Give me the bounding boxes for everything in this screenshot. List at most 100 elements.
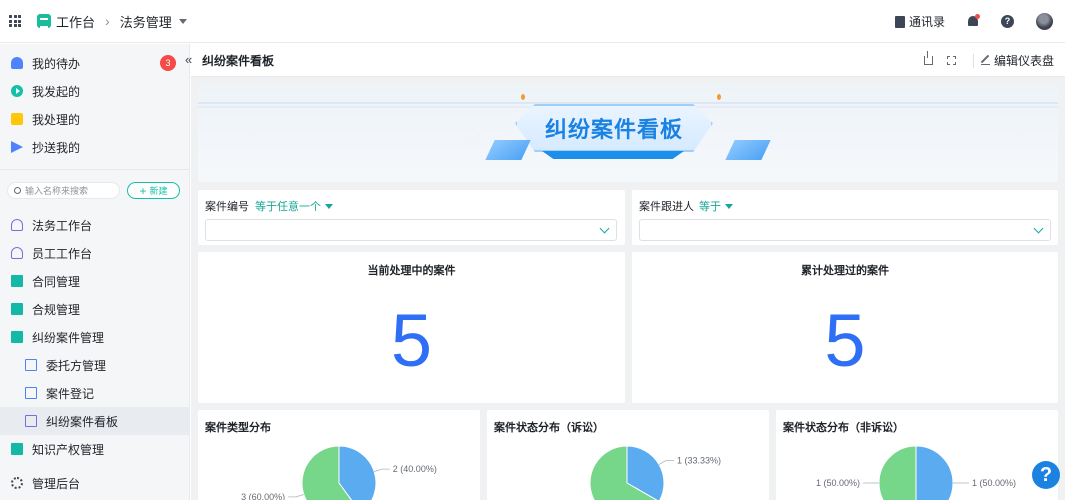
filter-value-select[interactable] — [639, 219, 1051, 241]
filter-operator: 等于任意一个 — [255, 201, 321, 213]
pie-label-line — [658, 460, 674, 465]
sidebar-item-label: 抄送我的 — [32, 140, 81, 155]
sidebar-item-label: 纠纷案件管理 — [32, 330, 105, 345]
pie-slice-label: 3 (60.00%) — [241, 492, 285, 500]
filter-label: 案件编号 — [205, 201, 249, 213]
edit-icon[interactable] — [980, 56, 990, 65]
pie-slice[interactable] — [878, 445, 917, 500]
sidebar-item-my-todo[interactable]: 我的待办 3 — [0, 49, 190, 77]
filter-value-select[interactable] — [205, 219, 617, 241]
edit-dashboard-button[interactable]: 编辑仪表盘 — [994, 52, 1054, 69]
sidebar-item-employee-workbench[interactable]: 员工工作台 — [0, 239, 190, 267]
sidebar-item-label: 员工工作台 — [32, 246, 93, 261]
pie-chart: 1 (50.00%) 1 (50.00%) — [816, 445, 1016, 500]
pie-label-line — [288, 494, 304, 498]
filter-operator-dropdown[interactable]: 等于任意一个 — [255, 198, 333, 214]
sidebar-item-dispute-dashboard[interactable]: 纠纷案件看板 — [0, 407, 190, 435]
help-icon[interactable]: ? — [1001, 15, 1014, 28]
chevron-down-icon — [1033, 223, 1044, 234]
pie-slice[interactable] — [915, 445, 954, 500]
divider — [0, 169, 190, 170]
banner-title: 纠纷案件看板 — [544, 117, 683, 142]
banner-decoration — [521, 94, 525, 100]
sidebar-item-ip[interactable]: 知识产权管理 — [0, 435, 190, 463]
sidebar-item-initiated[interactable]: 我发起的 — [0, 77, 190, 105]
workbench-logo-icon[interactable] — [37, 14, 51, 28]
contacts-book-icon — [894, 15, 905, 28]
filter-case-follower: 案件跟进人 等于 — [632, 190, 1058, 245]
chart-card-non-litigation-status: 案件状态分布（非诉讼） 1 (50.00%) 1 (50.00%) — [776, 410, 1058, 500]
help-float-button[interactable]: ? — [1032, 461, 1060, 489]
sidebar: 我的待办 3 我发起的 我处理的 抄送我的 输入名称来搜索 + 新建 法务工作台… — [0, 44, 190, 500]
filter-case-number: 案件编号 等于任意一个 — [198, 190, 625, 245]
contacts-button[interactable]: 通讯录 — [894, 13, 945, 30]
sidebar-item-label: 合同管理 — [32, 274, 81, 289]
sidebar-item-label: 案件登记 — [46, 386, 95, 401]
metric-value: 5 — [390, 299, 433, 382]
new-button-label: 新建 — [149, 186, 168, 196]
sidebar-item-label: 委托方管理 — [46, 358, 107, 373]
sidebar-item-cc[interactable]: 抄送我的 — [0, 133, 190, 161]
sidebar-item-label: 合规管理 — [32, 302, 81, 317]
caret-down-icon — [325, 204, 333, 209]
notification-bell-icon[interactable] — [967, 13, 980, 28]
dashboard-banner: 纠纷案件看板 — [198, 84, 1058, 182]
new-button[interactable]: + 新建 — [127, 182, 180, 199]
document-icon — [25, 387, 37, 399]
chevron-right-icon: › — [105, 13, 110, 29]
sidebar-item-contracts[interactable]: 合同管理 — [0, 267, 190, 295]
chart-card-case-type: 案件类型分布 2 (40.00%) 3 (60.00%) — [198, 410, 480, 500]
user-avatar[interactable] — [1036, 13, 1053, 30]
banner-decoration — [725, 140, 771, 160]
metric-value: 5 — [824, 299, 866, 382]
dashboard-icon — [25, 415, 37, 427]
caret-down-icon[interactable] — [178, 18, 187, 24]
gear-icon — [11, 477, 23, 489]
metric-card-total: 累计处理过的案件 5 — [632, 252, 1058, 403]
collapse-sidebar-icon[interactable]: « — [185, 52, 192, 67]
user-icon — [11, 219, 23, 231]
page-title: 纠纷案件看板 — [202, 53, 275, 68]
sidebar-item-legal-workbench[interactable]: 法务工作台 — [0, 211, 190, 239]
search-icon — [14, 187, 21, 194]
sidebar-item-label: 我发起的 — [32, 84, 81, 99]
filter-operator-dropdown[interactable]: 等于 — [699, 198, 733, 214]
share-icon[interactable] — [923, 51, 933, 65]
metric-card-current: 当前处理中的案件 5 — [198, 252, 625, 403]
fullscreen-icon[interactable] — [946, 56, 956, 65]
sidebar-item-label: 管理后台 — [32, 476, 81, 491]
banner-decoration — [198, 102, 1058, 104]
todo-count-badge: 3 — [160, 55, 176, 71]
dashboard-header: « 纠纷案件看板 编辑仪表盘 — [185, 44, 1065, 77]
sidebar-item-handled[interactable]: 我处理的 — [0, 105, 190, 133]
caret-down-icon — [725, 204, 733, 209]
user-icon — [11, 247, 23, 259]
app-name[interactable]: 工作台 — [56, 12, 95, 31]
sidebar-item-admin[interactable]: 管理后台 — [0, 469, 190, 497]
play-circle-icon — [11, 85, 23, 97]
sidebar-item-case-registration[interactable]: 案件登记 — [0, 379, 190, 407]
banner-decoration — [485, 140, 531, 160]
pie-chart: 1 (33.33%) — [589, 445, 721, 500]
apps-grid-icon[interactable] — [9, 15, 21, 27]
search-input[interactable]: 输入名称来搜索 — [7, 182, 120, 199]
metric-title: 当前处理中的案件 — [367, 265, 456, 277]
sidebar-item-compliance[interactable]: 合规管理 — [0, 295, 190, 323]
folder-icon — [11, 303, 23, 315]
sidebar-item-label: 法务工作台 — [32, 218, 93, 233]
filter-operator: 等于 — [699, 201, 721, 213]
dashboard-area: « 纠纷案件看板 编辑仪表盘 纠纷案件看板 案件编号 等于任意一个 案件跟进人 … — [185, 44, 1065, 500]
metric-title: 累计处理过的案件 — [801, 265, 889, 277]
breadcrumb[interactable]: 法务管理 — [120, 12, 172, 31]
pie-slice-label: 1 (33.33%) — [677, 456, 721, 466]
check-box-icon — [11, 113, 23, 125]
plus-icon: + — [139, 183, 147, 198]
banner-decoration — [717, 94, 721, 100]
folder-icon — [11, 331, 23, 343]
send-icon — [11, 141, 23, 153]
sidebar-item-label: 我的待办 — [32, 56, 81, 71]
folder-icon — [11, 275, 23, 287]
sidebar-item-clients[interactable]: 委托方管理 — [0, 351, 190, 379]
banner-decoration — [542, 151, 684, 159]
sidebar-item-disputes[interactable]: 纠纷案件管理 — [0, 323, 190, 351]
